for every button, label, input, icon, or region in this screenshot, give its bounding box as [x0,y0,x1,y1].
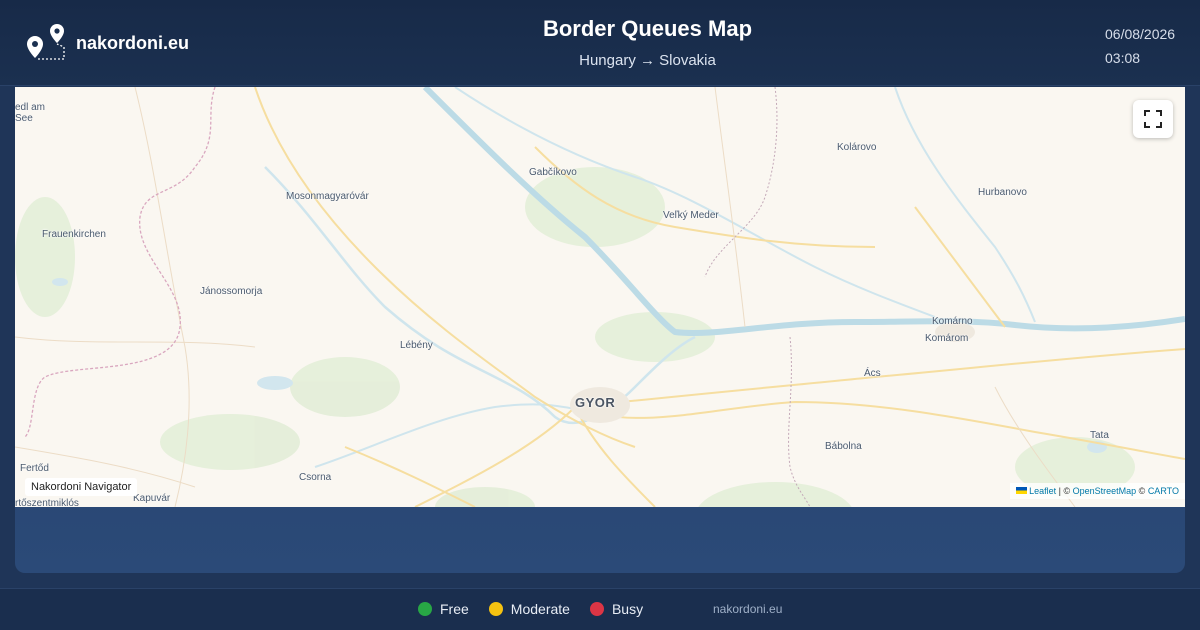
map-pins-route-icon [27,24,65,60]
legend-item-busy: Busy [589,601,644,617]
current-date: 06/08/2026 [1105,26,1176,42]
legend-label-free: Free [440,601,469,617]
map-label-mosonmagyarovar: Mosonmagyaróvár [286,191,369,202]
legend-item-moderate: Moderate [488,601,570,617]
map-label-gabcikovo: Gabčíkovo [529,167,577,178]
footer-site-link[interactable]: nakordoni.eu [713,602,782,616]
footer: Free Moderate Busy nakordoni.eu [0,588,1200,630]
attribution-sep-1: | © [1056,486,1073,496]
map-label-neusiedl-2: See [15,113,33,124]
title-block: Border Queues Map Hungary → Slovakia [400,16,895,69]
status-legend: Free Moderate Busy [418,601,663,617]
brand-name: nakordoni.eu [76,32,190,53]
fullscreen-icon [1144,110,1162,128]
route-subtitle: Hungary → Slovakia [579,52,716,69]
map-label-hurbanovo: Hurbanovo [978,187,1027,198]
legend-label-moderate: Moderate [510,601,570,617]
map-label-fertod: Fertőd [20,463,49,474]
map-label-neusiedl-1: edl am [15,102,46,113]
busy-dot-icon [589,602,604,616]
ukraine-flag-icon [1016,487,1028,494]
map-panel: edl am See Gabčíkovo Kolárovo Mosonmagya… [15,87,1185,573]
navigator-badge: Nakordoni Navigator [25,478,138,496]
datetime: 06/08/2026 03:08 [1105,22,1175,70]
moderate-dot-icon [488,602,503,616]
map-label-babolna: Bábolna [825,441,862,452]
map-label-janossomorja: Jánossomorja [200,286,263,297]
map-label-acs: Ács [864,368,881,379]
map-label-kolarovo: Kolárovo [837,142,877,153]
map-label-gyor: GYOR [575,395,616,410]
map-label-komarom: Komárom [925,333,969,344]
map-label-fertoszentmiklos: rtőszentmiklós [15,498,79,507]
app-header: nakordoni.eu Border Queues Map Hungary →… [0,0,1200,86]
attribution-sep-2: © [1136,486,1148,496]
map-view[interactable]: edl am See Gabčíkovo Kolárovo Mosonmagya… [15,87,1185,507]
fullscreen-button[interactable] [1133,100,1173,138]
legend-label-busy: Busy [611,601,644,617]
page-title: Border Queues Map [542,16,753,41]
map-label-velky-meder: Veľký Meder [663,210,719,221]
map-label-tata: Tata [1090,430,1109,441]
leaflet-link[interactable]: Leaflet [1029,486,1056,496]
map-label-kapuvar: Kapuvár [133,493,171,504]
current-time: 03:08 [1105,50,1141,66]
map-attribution: Leaflet | © OpenStreetMap © CARTO [1010,483,1185,499]
osm-link[interactable]: OpenStreetMap [1073,486,1137,496]
map-label-frauenkirchen: Frauenkirchen [42,229,106,240]
carto-link[interactable]: CARTO [1148,486,1179,496]
map-label-csorna: Csorna [299,472,332,483]
map-tiles [15,87,1185,507]
brand[interactable]: nakordoni.eu [24,22,189,64]
free-dot-icon [418,602,432,616]
map-label-komarno: Komárno [932,316,973,327]
map-label-lebeny: Lébény [400,340,433,351]
legend-item-free: Free [418,601,469,617]
